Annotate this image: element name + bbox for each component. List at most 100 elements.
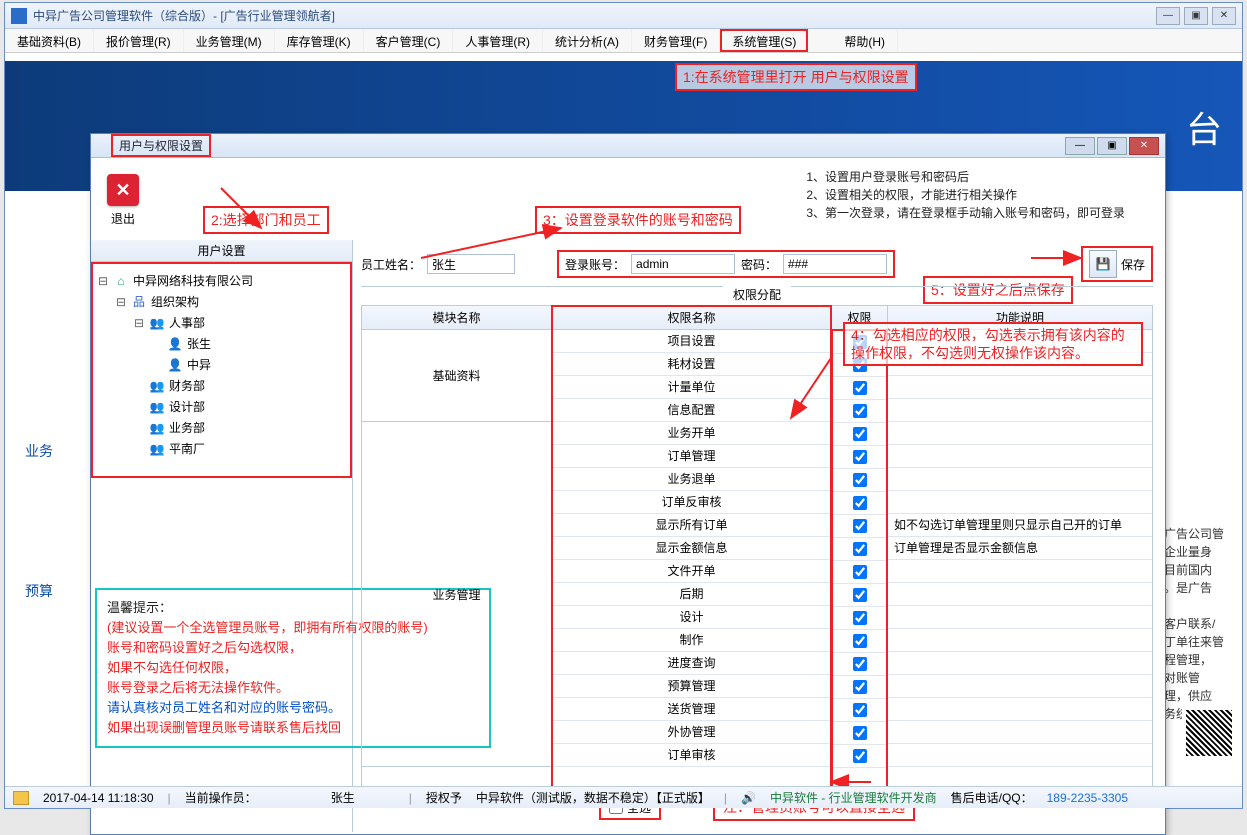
menu-business[interactable]: 业务管理(M) (184, 29, 275, 52)
dialog-close-button[interactable]: ✕ (1129, 137, 1159, 155)
menu-stock[interactable]: 库存管理(K) (275, 29, 364, 52)
side-text-right: 广告公司管 企业量身 目前国内 。是广告 客户联系/ 丁单往来管 程管理， 对账… (1164, 525, 1234, 723)
perm-name-cell: 送货管理 (552, 698, 831, 721)
tree-dept[interactable]: ⊟ 👥 人事部 (97, 312, 346, 333)
dept-icon: 👥 (149, 420, 165, 436)
perm-chk-cell (833, 699, 886, 722)
permission-grid: 模块名称 基础资料业务管理 权限名称 项目设置耗材设置计量单位信息配置业务开单订… (361, 305, 1153, 790)
perm-desc-cell (888, 445, 1152, 468)
minimize-button[interactable]: — (1156, 7, 1180, 25)
tree-org[interactable]: ⊟ 品 组织架构 (97, 291, 346, 312)
tree-dept[interactable]: 👥 业务部 (97, 417, 346, 438)
maximize-button[interactable]: ▣ (1184, 7, 1208, 25)
menu-customer[interactable]: 客户管理(C) (364, 29, 454, 52)
perm-chk-cell (833, 607, 886, 630)
perm-name-cell: 耗材设置 (552, 353, 831, 376)
expander-icon[interactable]: ⊟ (97, 274, 109, 288)
expander-icon[interactable]: ⊟ (115, 295, 127, 309)
exit-label: 退出 (107, 210, 139, 227)
perm-checkbox[interactable] (853, 427, 867, 441)
perm-desc-cell (888, 468, 1152, 491)
dialog-maximize-button[interactable]: ▣ (1097, 137, 1127, 155)
dialog-title-wrap: 用户与权限设置 (111, 134, 1063, 157)
tree-header: 用户设置 (91, 240, 352, 262)
menu-help[interactable]: 帮助(H) (832, 29, 898, 52)
perm-desc-cell (888, 583, 1152, 606)
form-row: 员工姓名： 登录账号： 密码： 💾 保存 (361, 250, 1153, 278)
tree-root[interactable]: ⊟ ⌂ 中异网络科技有限公司 (97, 270, 346, 291)
dialog-minimize-button[interactable]: — (1065, 137, 1095, 155)
perm-checkbox[interactable] (853, 749, 867, 763)
perm-checkbox[interactable] (853, 404, 867, 418)
side-tabs: 业务 预算 (25, 433, 53, 609)
perm-desc-cell (888, 629, 1152, 652)
menu-system[interactable]: 系统管理(S) (720, 29, 808, 52)
app-icon (11, 8, 27, 24)
status-datetime: 2017-04-14 11:18:30 (43, 791, 154, 805)
annotation-4: 4：勾选相应的权限，勾选表示拥有该内容的操作权限，不勾选则无权操作该内容。 (843, 322, 1143, 366)
exit-button[interactable]: ✕ (107, 174, 139, 206)
perm-name-cell: 预算管理 (552, 675, 831, 698)
perm-desc-cell (888, 606, 1152, 629)
perm-desc-cell (888, 744, 1152, 767)
qr-code (1182, 706, 1236, 760)
dialog-body: ✕ 退出 1、设置用户登录账号和密码后 2、设置相关的权限，才能进行相关操作 3… (91, 158, 1165, 834)
perm-name-cell: 后期 (552, 583, 831, 606)
perm-name-cell: 文件开单 (552, 560, 831, 583)
login-input[interactable] (631, 254, 735, 274)
perm-name-cell: 外协管理 (552, 721, 831, 744)
head-perm: 权限名称 (552, 306, 831, 330)
login-label: 登录账号： (565, 256, 625, 273)
perm-checkbox[interactable] (853, 703, 867, 717)
tree-user[interactable]: 👤 中异 (97, 354, 346, 375)
perm-checkbox[interactable] (853, 657, 867, 671)
menu-basic[interactable]: 基础资料(B) (5, 29, 94, 52)
perm-name-cell: 进度查询 (552, 652, 831, 675)
perm-checkbox[interactable] (853, 726, 867, 740)
pwd-label: 密码： (741, 256, 777, 273)
perm-chk-cell (833, 722, 886, 745)
perm-desc-cell (888, 491, 1152, 514)
perm-checkbox[interactable] (853, 611, 867, 625)
perm-name-cell: 设计 (552, 606, 831, 629)
instructions: 1、设置用户登录账号和密码后 2、设置相关的权限，才能进行相关操作 3、第一次登… (806, 168, 1125, 222)
tree-label: 财务部 (169, 377, 205, 394)
menu-quote[interactable]: 报价管理(R) (94, 29, 184, 52)
status-operator-value: 张生 (331, 789, 355, 806)
perm-desc-cell (888, 652, 1152, 675)
perm-desc-cell (888, 376, 1152, 399)
perm-checkbox[interactable] (853, 473, 867, 487)
col-module: 模块名称 基础资料业务管理 (362, 306, 552, 789)
tree-user[interactable]: 👤 张生 (97, 333, 346, 354)
desc-body: 如不勾选订单管理里则只显示自己开的订单订单管理是否显示金额信息 (888, 330, 1152, 789)
tree-dept[interactable]: 👥 设计部 (97, 396, 346, 417)
perm-checkbox[interactable] (853, 450, 867, 464)
perm-checkbox[interactable] (853, 496, 867, 510)
side-tab[interactable]: 预算 (25, 581, 53, 601)
tree-dept[interactable]: 👥 平南厂 (97, 438, 346, 459)
side-tab[interactable]: 业务 (25, 441, 53, 461)
menu-stats[interactable]: 统计分析(A) (543, 29, 632, 52)
expander-icon[interactable]: ⊟ (133, 316, 145, 330)
save-button[interactable]: 💾 (1089, 250, 1117, 278)
perm-checkbox[interactable] (853, 588, 867, 602)
save-icon: 💾 (1096, 257, 1111, 271)
menu-finance[interactable]: 财务管理(F) (632, 29, 720, 52)
close-button[interactable]: ✕ (1212, 7, 1236, 25)
status-brand[interactable]: 中异软件 - 行业管理软件开发商 (770, 789, 937, 806)
perm-checkbox[interactable] (853, 381, 867, 395)
perm-checkbox[interactable] (853, 680, 867, 694)
menu-hr[interactable]: 人事管理(R) (453, 29, 543, 52)
name-input[interactable] (427, 254, 515, 274)
perm-checkbox[interactable] (853, 519, 867, 533)
perm-chk-cell (833, 423, 886, 446)
perm-checkbox[interactable] (853, 634, 867, 648)
tree-dept[interactable]: 👥 财务部 (97, 375, 346, 396)
module-cell: 基础资料 (362, 330, 551, 422)
perm-checkbox[interactable] (853, 565, 867, 579)
user-permission-dialog: 用户与权限设置 — ▣ ✕ ✕ 退出 1、设置用户登录账号和密码后 2、设置相关… (90, 133, 1166, 835)
perm-checkbox[interactable] (853, 542, 867, 556)
user-icon: 👤 (167, 336, 183, 352)
status-operator-label: 当前操作员： (185, 789, 257, 806)
pwd-input[interactable] (783, 254, 887, 274)
